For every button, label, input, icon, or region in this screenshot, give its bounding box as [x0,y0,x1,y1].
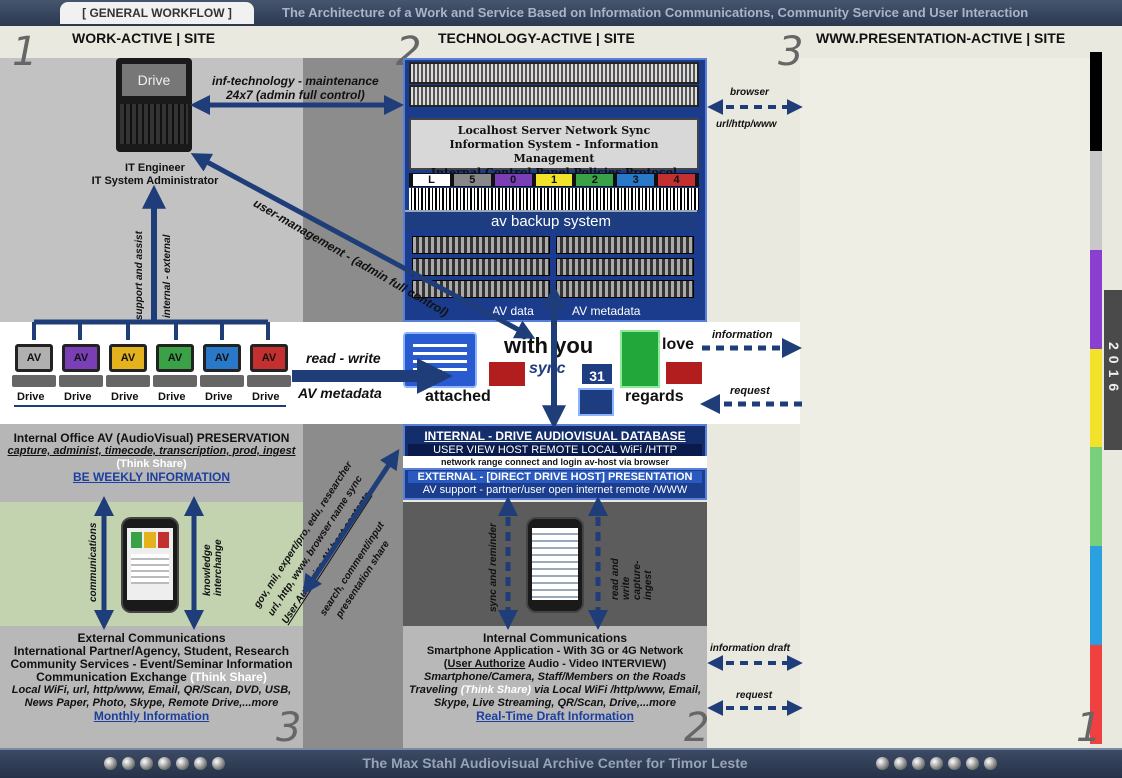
timeline-segment [1090,150,1102,250]
footer-dots-right [876,757,997,770]
timeline-segment [1090,249,1102,349]
workflow-arrows [14,95,803,716]
timeline-segment [1090,348,1102,448]
timeline-segment [1090,447,1102,547]
timeline-segment [1090,546,1102,646]
color-timeline [1090,52,1102,744]
presentation-number: 1 [1076,705,1102,751]
footer-dots-left [104,757,225,770]
year-label: 2016 [1104,290,1122,450]
timeline-segment [1090,52,1102,151]
footer-title: The Max Stahl Audiovisual Archive Center… [362,755,748,771]
